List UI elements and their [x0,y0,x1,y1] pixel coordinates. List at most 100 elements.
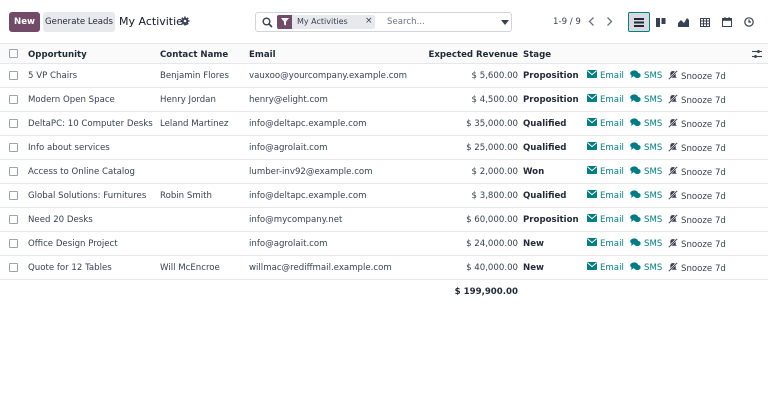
row-checkbox[interactable] [9,239,18,248]
table-row[interactable]: DeltaPC: 10 Computer Desks Leland Martine… [0,112,768,136]
pager-value[interactable]: 1-9 / 9 [553,17,581,27]
calendar-view-icon[interactable] [716,12,738,32]
sms-action-button[interactable]: SMS [630,94,662,106]
table-row[interactable]: 5 VP Chairs Benjamin Flores vauxoo@yourcom… [0,64,768,88]
column-header-email[interactable]: Email [249,50,276,60]
sms-action-button[interactable]: SMS [630,262,662,274]
gear-icon[interactable] [180,16,190,26]
sms-action-label: SMS [644,119,663,129]
email-action-button[interactable]: Email [587,118,624,129]
snooze-action-button[interactable]: Snooze 7d [667,165,726,179]
email-action-button[interactable]: Email [587,142,624,153]
chat-icon [630,190,644,202]
row-checkbox[interactable] [9,263,18,272]
table-row[interactable]: Global Solutions: Furnitures Robin Smith i… [0,184,768,208]
envelope-icon [587,238,600,249]
search-facet: My Activities × [277,15,375,29]
search-bar: My Activities × [255,12,512,32]
snooze-action-label: Snooze 7d [681,167,726,178]
cell-stage: Qualified [523,119,567,129]
snooze-action-button[interactable]: Snooze 7d [667,93,726,107]
table-row[interactable]: Access to Online Catalog lumber-inv92@exa… [0,160,768,184]
cell-opportunity: Access to Online Catalog [28,167,135,177]
sms-action-button[interactable]: SMS [630,70,662,82]
cell-email: henry@elight.com [249,95,328,105]
activity-view-icon[interactable] [738,12,760,32]
row-checkbox[interactable] [9,95,18,104]
row-checkbox[interactable] [9,119,18,128]
new-button[interactable]: New [9,12,40,32]
search-icon[interactable] [262,17,273,28]
bell-slash-icon [667,237,681,251]
table-row[interactable]: Office Design Project info@agrolait.com $ … [0,232,768,256]
cell-email: vauxoo@yourcompany.example.com [249,71,408,81]
column-header-opportunity[interactable]: Opportunity [28,50,87,60]
row-checkbox[interactable] [9,71,18,80]
snooze-action-label: Snooze 7d [681,143,726,154]
snooze-action-button[interactable]: Snooze 7d [667,117,726,131]
column-header-stage[interactable]: Stage [523,50,551,60]
email-action-button[interactable]: Email [587,214,624,225]
cell-contact: Will McEncroe [160,263,220,273]
email-action-button[interactable]: Email [587,166,624,177]
column-header-revenue[interactable]: Expected Revenue [418,50,518,60]
chat-icon [630,262,644,274]
row-checkbox[interactable] [9,143,18,152]
sms-action-button[interactable]: SMS [630,142,662,154]
pager-previous-icon[interactable] [584,13,599,29]
kanban-view-icon[interactable] [650,12,672,32]
email-action-button[interactable]: Email [587,190,624,201]
snooze-action-label: Snooze 7d [681,119,726,130]
cell-expected-revenue: $ 3,800.00 [471,191,518,201]
bell-slash-icon [667,69,681,83]
snooze-action-button[interactable]: Snooze 7d [667,141,726,155]
cell-expected-revenue: $ 35,000.00 [466,119,518,129]
cell-opportunity: Office Design Project [28,239,118,249]
snooze-action-label: Snooze 7d [681,191,726,202]
email-action-button[interactable]: Email [587,70,624,81]
chat-icon [630,94,644,106]
cell-email: info@agrolait.com [249,239,328,249]
cell-opportunity: Info about services [28,143,110,153]
search-options-toggle-icon[interactable] [501,20,509,25]
row-checkbox[interactable] [9,215,18,224]
row-checkbox[interactable] [9,191,18,200]
cell-email: info@deltapc.example.com [249,191,367,201]
sms-action-button[interactable]: SMS [630,238,662,250]
table-row[interactable]: Modern Open Space Henry Jordan henry@eligh… [0,88,768,112]
sms-action-button[interactable]: SMS [630,118,662,130]
row-checkbox[interactable] [9,167,18,176]
email-action-button[interactable]: Email [587,238,624,249]
snooze-action-button[interactable]: Snooze 7d [667,237,726,251]
bell-slash-icon [667,189,681,203]
email-action-button[interactable]: Email [587,94,624,105]
cell-email: lumber-inv92@example.com [249,167,373,177]
cell-email: willmac@rediffmail.example.com [249,263,392,273]
column-header-contact[interactable]: Contact Name [160,50,228,60]
snooze-action-button[interactable]: Snooze 7d [667,69,726,83]
sms-action-label: SMS [644,167,663,177]
list-view-icon[interactable] [628,12,650,32]
cell-opportunity: Quote for 12 Tables [28,263,112,273]
snooze-action-button[interactable]: Snooze 7d [667,189,726,203]
sms-action-button[interactable]: SMS [630,214,662,226]
sms-action-button[interactable]: SMS [630,190,662,202]
table-row[interactable]: Info about services info@agrolait.com $ 25… [0,136,768,160]
graph-view-icon[interactable] [672,12,694,32]
search-input[interactable] [387,15,497,29]
cell-stage: Qualified [523,191,567,201]
facet-remove-icon[interactable]: × [365,16,373,26]
snooze-action-button[interactable]: Snooze 7d [667,213,726,227]
sms-action-button[interactable]: SMS [630,166,662,178]
table-row[interactable]: Quote for 12 Tables Will McEncroe willmac@… [0,256,768,280]
envelope-icon [587,166,600,177]
snooze-action-button[interactable]: Snooze 7d [667,261,726,275]
sliders-icon[interactable] [752,49,762,59]
pivot-view-icon[interactable] [694,12,716,32]
email-action-button[interactable]: Email [587,262,624,273]
select-all-checkbox[interactable] [9,49,18,58]
generate-leads-button[interactable]: Generate Leads [43,12,115,32]
email-action-label: Email [600,190,624,201]
table-row[interactable]: Need 20 Desks info@mycompany.net $ 60,000.… [0,208,768,232]
pager-next-icon[interactable] [602,13,617,29]
